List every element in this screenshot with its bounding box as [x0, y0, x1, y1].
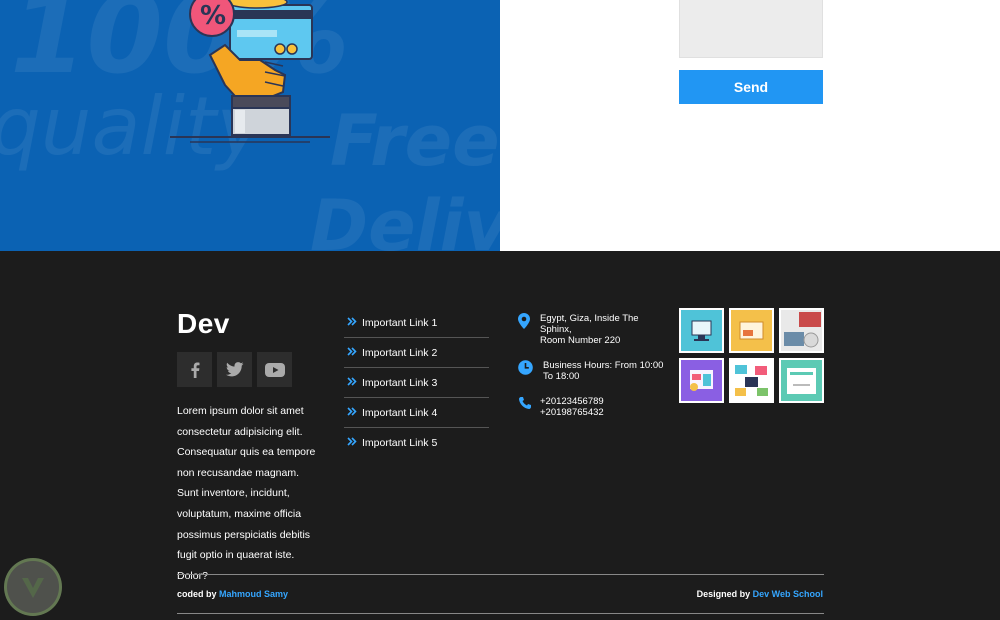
footer-links-column: Important Link 1 Important Link 2 Import…	[344, 308, 489, 458]
double-chevron-right-icon	[344, 346, 362, 359]
hours-line-1: Business Hours: From 10:00	[543, 360, 664, 371]
hours-line-2: To 18:00	[543, 371, 580, 382]
footer: Dev Lorem ipsum dolor sit amet consectet…	[0, 251, 1000, 620]
footer-link-3[interactable]: Important Link 3	[344, 368, 489, 398]
gallery-thumb-3[interactable]	[779, 308, 824, 353]
credit-designed-by: Designed by Dev Web School	[696, 589, 823, 599]
message-textarea[interactable]	[679, 0, 823, 58]
phone-1: +20123456789	[540, 396, 604, 407]
send-button[interactable]: Send	[679, 70, 823, 104]
address-line-2: Room Number 220	[540, 335, 621, 346]
hero-image-panel: 100% quality Free Deliv %	[0, 0, 500, 251]
footer-divider-top	[177, 574, 824, 575]
phone-icon	[518, 396, 540, 413]
double-chevron-right-icon	[344, 406, 362, 419]
twitter-button[interactable]	[217, 352, 252, 387]
twitter-icon	[225, 362, 243, 377]
phone-info: +20123456789 +20198765432	[518, 396, 668, 418]
footer-about-column: Dev Lorem ipsum dolor sit amet consectet…	[177, 308, 322, 586]
social-links	[177, 352, 322, 387]
youtube-icon	[264, 362, 285, 377]
author-link[interactable]: Mahmoud Samy	[219, 589, 288, 599]
footer-link-label: Important Link 1	[362, 316, 438, 329]
gallery-thumb-4[interactable]	[679, 358, 724, 403]
svg-text:%: %	[200, 1, 226, 31]
double-chevron-right-icon	[344, 437, 362, 449]
gallery-thumb-1[interactable]	[679, 308, 724, 353]
footer-gallery	[679, 308, 825, 403]
double-chevron-right-icon	[344, 376, 362, 389]
footer-link-label: Important Link 3	[362, 376, 438, 389]
top-section: 100% quality Free Deliv % Send	[0, 0, 1000, 251]
address-info: Egypt, Giza, Inside The Sphinx, Room Numb…	[518, 313, 668, 346]
watermark-logo	[4, 558, 62, 616]
v-logo-icon	[22, 578, 44, 598]
footer-link-4[interactable]: Important Link 4	[344, 398, 489, 428]
footer-link-label: Important Link 5	[362, 437, 438, 449]
footer-link-label: Important Link 4	[362, 406, 438, 419]
footer-brand: Dev	[177, 308, 230, 339]
phone-2: +20198765432	[540, 407, 604, 418]
footer-contact-info: Egypt, Giza, Inside The Sphinx, Room Numb…	[518, 313, 668, 432]
address-line-1: Egypt, Giza, Inside The Sphinx,	[540, 313, 639, 335]
designer-link[interactable]: Dev Web School	[753, 589, 823, 599]
footer-link-5[interactable]: Important Link 5	[344, 428, 489, 458]
footer-link-2[interactable]: Important Link 2	[344, 338, 489, 368]
facebook-icon	[190, 362, 199, 378]
hours-info: Business Hours: From 10:00 To 18:00	[518, 360, 668, 382]
gallery-thumb-5[interactable]	[729, 358, 774, 403]
clock-icon	[518, 360, 540, 378]
double-chevron-right-icon	[344, 316, 362, 329]
credit-coded-by: coded by Mahmoud Samy	[177, 589, 289, 599]
footer-link-label: Important Link 2	[362, 346, 438, 359]
footer-about-text: Lorem ipsum dolor sit amet consectetur a…	[177, 405, 316, 582]
gallery-thumb-2[interactable]	[729, 308, 774, 353]
credit-card-hand-illustration: %	[170, 0, 330, 143]
footer-link-1[interactable]: Important Link 1	[344, 308, 489, 338]
facebook-button[interactable]	[177, 352, 212, 387]
footer-divider-bottom	[177, 613, 824, 614]
map-pin-icon	[518, 313, 540, 332]
contact-form: Send	[679, 0, 823, 104]
youtube-button[interactable]	[257, 352, 292, 387]
gallery-thumb-6[interactable]	[779, 358, 824, 403]
